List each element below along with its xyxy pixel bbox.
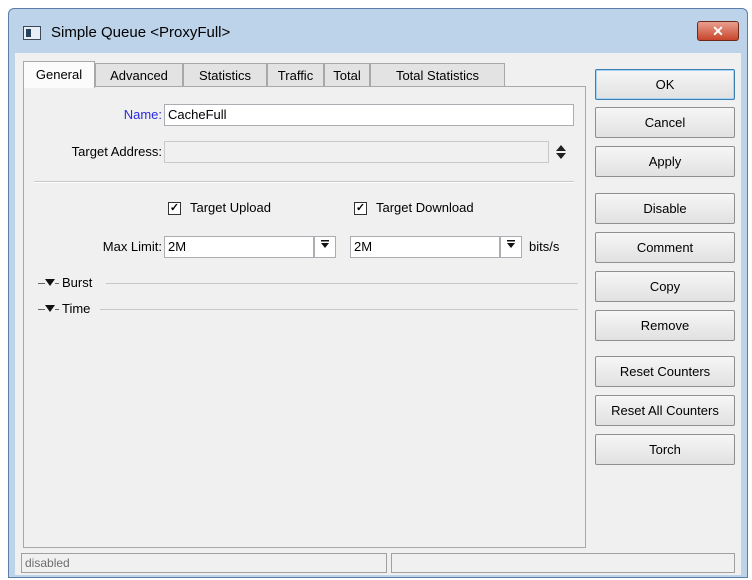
dialog-content: General Advanced Statistics Traffic Tota… — [15, 53, 741, 575]
target-download-label: Target Download — [376, 200, 474, 215]
max-limit-label: Max Limit: — [102, 239, 162, 254]
target-download-checkbox[interactable]: ✓ — [354, 202, 367, 215]
section-rule — [100, 309, 578, 310]
target-address-input[interactable] — [164, 141, 549, 163]
title-bar[interactable]: Simple Queue <ProxyFull> ✕ — [9, 9, 747, 53]
section-lead-line — [55, 283, 59, 284]
general-panel: Name: CacheFull Target Address: ✓ Target… — [23, 86, 586, 548]
apply-button[interactable]: Apply — [595, 146, 735, 177]
close-button[interactable]: ✕ — [697, 21, 739, 41]
target-upload-label: Target Upload — [190, 200, 271, 215]
max-limit-download-dropdown[interactable] — [500, 236, 522, 258]
comment-button[interactable]: Comment — [595, 232, 735, 263]
burst-label: Burst — [62, 275, 93, 290]
status-bar: disabled — [21, 553, 735, 573]
copy-button[interactable]: Copy — [595, 271, 735, 302]
reset-all-counters-button[interactable]: Reset All Counters — [595, 395, 735, 426]
section-lead-line — [55, 309, 59, 310]
dropdown-arrow-icon — [507, 240, 515, 248]
ok-button[interactable]: OK — [595, 69, 735, 100]
time-label: Time — [62, 301, 91, 316]
app-window-icon — [23, 26, 41, 40]
remove-button[interactable]: Remove — [595, 310, 735, 341]
max-limit-download-input[interactable]: 2M — [350, 236, 500, 258]
max-limit-unit: bits/s — [529, 239, 560, 254]
target-address-label: Target Address: — [71, 144, 162, 159]
name-input[interactable]: CacheFull — [164, 104, 574, 126]
cancel-button[interactable]: Cancel — [595, 107, 735, 138]
tab-total-statistics[interactable]: Total Statistics — [370, 63, 505, 87]
simple-queue-window: Simple Queue <ProxyFull> ✕ General Advan… — [8, 8, 748, 578]
status-text: disabled — [21, 553, 387, 573]
disable-button[interactable]: Disable — [595, 193, 735, 224]
target-upload-checkbox[interactable]: ✓ — [168, 202, 181, 215]
section-lead-line — [38, 283, 45, 284]
name-label: Name: — [123, 107, 162, 122]
tab-total[interactable]: Total — [324, 63, 370, 87]
tab-advanced[interactable]: Advanced — [95, 63, 183, 87]
tab-general[interactable]: General — [23, 61, 95, 88]
up-down-arrows-icon[interactable] — [555, 143, 567, 161]
max-limit-upload-dropdown[interactable] — [314, 236, 336, 258]
tab-statistics[interactable]: Statistics — [183, 63, 267, 87]
dropdown-arrow-icon — [321, 240, 329, 248]
triangle-down-icon — [45, 305, 55, 312]
time-section-toggle[interactable]: Time — [38, 301, 578, 317]
section-rule — [106, 283, 578, 284]
triangle-down-icon — [45, 279, 55, 286]
tab-traffic[interactable]: Traffic — [267, 63, 324, 87]
separator — [34, 181, 574, 183]
burst-section-toggle[interactable]: Burst — [38, 275, 578, 291]
section-lead-line — [38, 309, 45, 310]
reset-counters-button[interactable]: Reset Counters — [595, 356, 735, 387]
window-title: Simple Queue <ProxyFull> — [51, 24, 231, 41]
max-limit-upload-input[interactable]: 2M — [164, 236, 314, 258]
close-icon: ✕ — [712, 23, 724, 39]
status-secondary — [391, 553, 735, 573]
torch-button[interactable]: Torch — [595, 434, 735, 465]
